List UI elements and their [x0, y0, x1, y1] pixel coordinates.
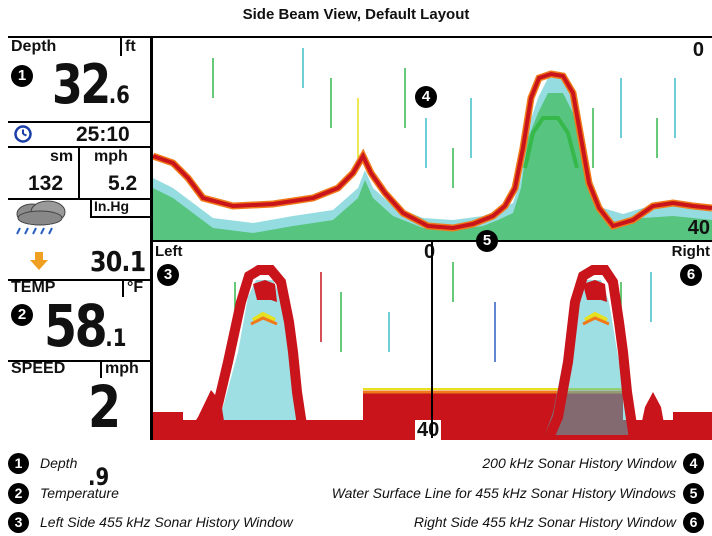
legend-badge-1: 1: [8, 453, 29, 474]
timer-value: 25:10: [76, 123, 130, 146]
legend-badge-5: 5: [683, 483, 704, 504]
speed-small-unit: mph: [94, 148, 128, 165]
temperature-readout: 58.1: [44, 292, 127, 360]
top-scale-zero: 0: [692, 39, 704, 61]
distance-unit: sm: [50, 148, 74, 165]
legend-badge-4: 4: [683, 453, 704, 474]
sonar-200khz-window: 0 40 4: [153, 38, 712, 240]
water-surface-line: [431, 242, 433, 438]
legend-text-2: Temperature: [40, 485, 119, 501]
pressure-value: 30.1: [90, 245, 146, 278]
legend-text-6: Right Side 455 kHz Sonar History Window: [413, 514, 676, 530]
fishfinder-screen: Depth ft 1 32.6 25:10 sm mph 132 5.2 In.…: [8, 36, 712, 489]
legend-text-4: 200 kHz Sonar History Window: [482, 455, 676, 471]
sonar-200khz-plot: [153, 48, 712, 240]
speed-small-value: 5.2: [108, 172, 138, 195]
legend-row-2: 2 Temperature Water Surface Line for 455…: [0, 483, 712, 507]
legend-text-1: Depth: [40, 455, 78, 471]
depth-unit: ft: [120, 38, 136, 56]
cloud-rain-icon: [10, 200, 72, 241]
legend-badge-2: 2: [8, 483, 29, 504]
temp-unit: °F: [122, 279, 143, 297]
legend-row-1: 1 Depth 200 kHz Sonar History Window 4: [0, 453, 712, 477]
callout-badge-1: 1: [11, 65, 33, 87]
data-panel: Depth ft 1 32.6 25:10 sm mph 132 5.2 In.…: [8, 38, 153, 489]
callout-badge-3: 3: [157, 264, 179, 286]
depth-label: Depth: [11, 38, 57, 55]
callout-badge-6: 6: [680, 264, 702, 286]
sonar-noise-top: [212, 48, 676, 188]
left-side-label: Left: [155, 243, 183, 260]
depth-readout: 32.6: [52, 53, 130, 116]
legend-badge-3: 3: [8, 512, 29, 533]
top-scale-forty: 40: [687, 217, 710, 239]
legend-text-3: Left Side 455 kHz Sonar History Window: [40, 514, 293, 530]
right-side-label: Right: [671, 243, 710, 260]
distance-value: 132: [28, 172, 64, 195]
callout-badge-4: 4: [415, 86, 437, 108]
callout-badge-2: 2: [11, 304, 33, 326]
clock-icon: [14, 125, 32, 148]
arrow-down-icon: [30, 252, 48, 275]
legend-badge-6: 6: [683, 512, 704, 533]
page-title: Side Beam View, Default Layout: [242, 6, 470, 23]
bottom-scale-forty: 40: [415, 419, 442, 440]
callout-badge-5: 5: [476, 230, 498, 252]
bottom-scale-zero: 0: [424, 242, 436, 263]
pressure-unit: In.Hg: [94, 198, 129, 214]
speed-label: SPEED: [11, 360, 66, 377]
legend-text-5: Water Surface Line for 455 kHz Sonar His…: [331, 485, 676, 501]
legend-row-3: 3 Left Side 455 kHz Sonar History Window…: [0, 512, 712, 536]
